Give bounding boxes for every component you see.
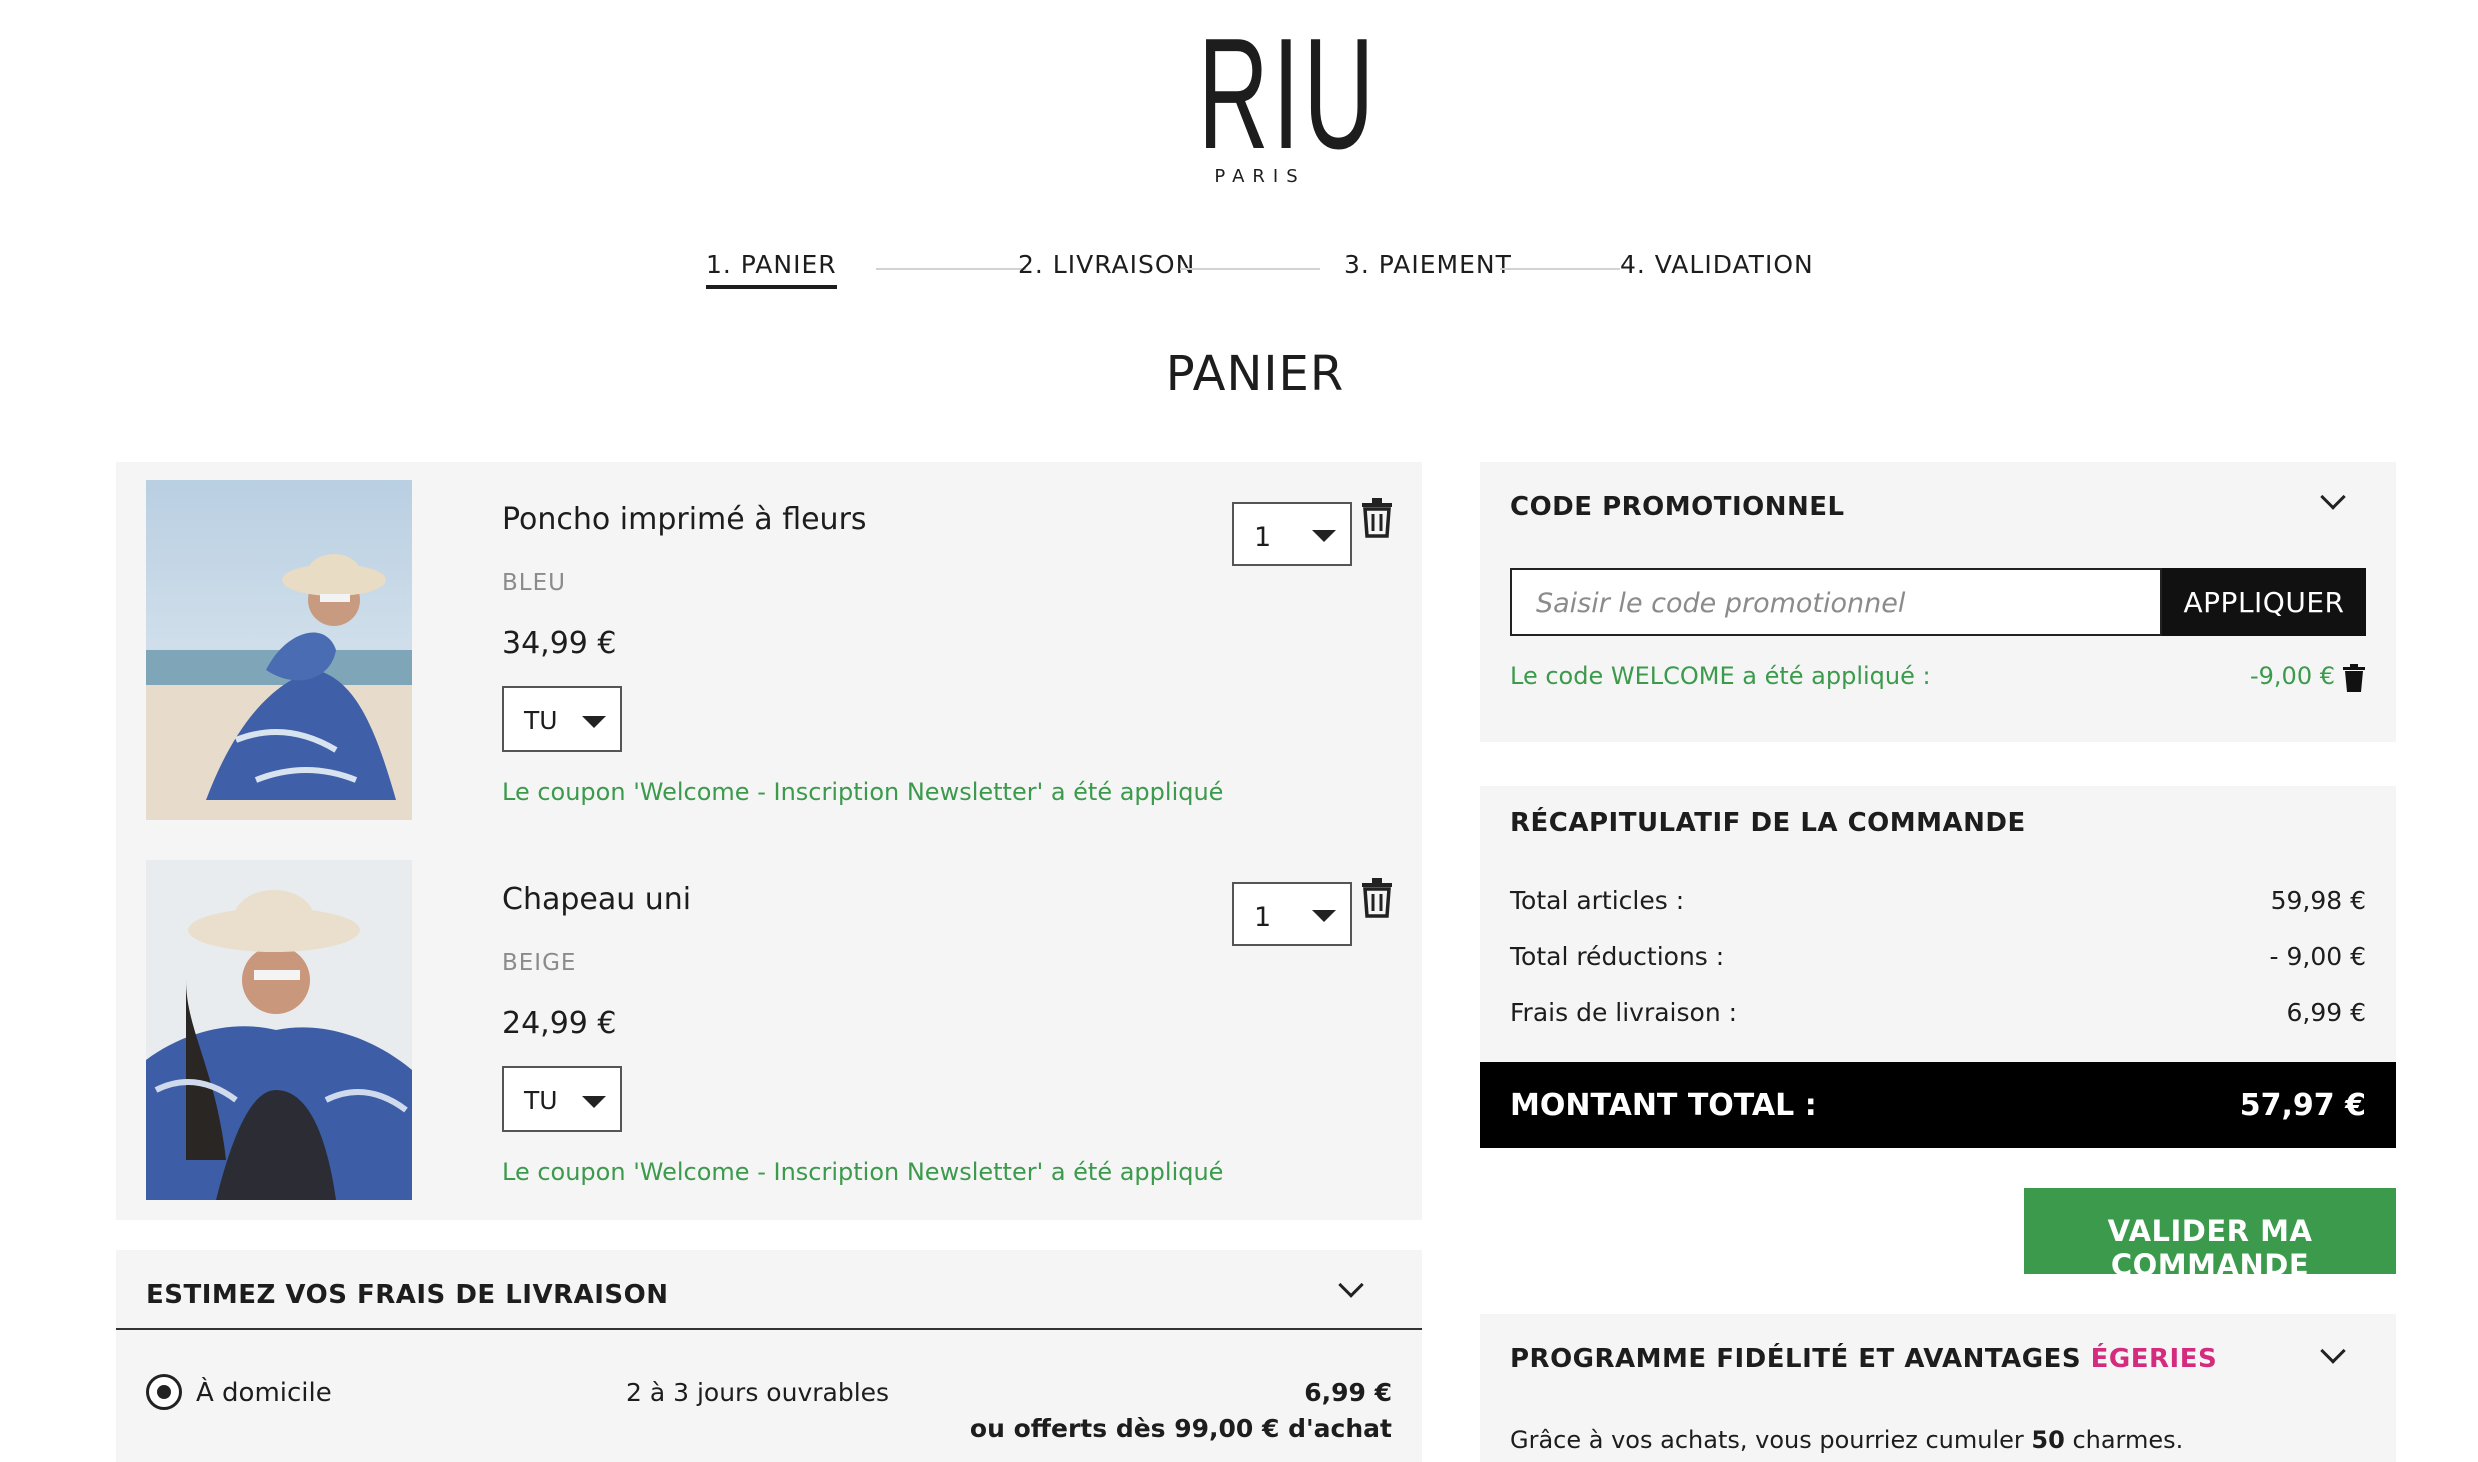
step-divider [876, 268, 1026, 270]
chevron-down-icon [1338, 1272, 1364, 1298]
summary-value: 59,98 € [2270, 886, 2366, 915]
step-paiement[interactable]: 3. PAIEMENT [1344, 250, 1512, 279]
cart-item: Chapeau uni BEIGE 24,99 € TU Le coupon '… [146, 860, 1416, 1200]
loyalty-title-text: PROGRAMME FIDÉLITÉ ET AVANTAGES [1510, 1344, 2082, 1374]
step-livraison[interactable]: 2. LIVRAISON [1018, 250, 1195, 279]
shipping-estimate-header[interactable]: ESTIMEZ VOS FRAIS DE LIVRAISON [116, 1250, 1422, 1330]
product-color: BEIGE [502, 950, 577, 976]
promo-discount-value: -9,00 € [2250, 662, 2335, 690]
page-title: PANIER [1165, 346, 1345, 402]
cart-item: Poncho imprimé à fleurs BLEU 34,99 € TU … [146, 480, 1416, 820]
quantity-value: 1 [1254, 902, 1272, 933]
size-select[interactable]: TU [502, 686, 622, 752]
loyalty-title-highlight: ÉGERIES [2090, 1344, 2218, 1374]
caret-down-icon [582, 716, 606, 728]
step-panier[interactable]: 1. PANIER [706, 250, 837, 289]
loyalty-description: Grâce à vos achats, vous pourriez cumule… [1510, 1426, 2183, 1454]
free-shipping-note: ou offerts dès 99,00 € d'achat [969, 1414, 1392, 1443]
brand-logo[interactable]: RIU PARIS [1160, 6, 1378, 187]
trash-icon[interactable] [1360, 498, 1394, 538]
trash-icon[interactable] [1360, 878, 1394, 918]
step-divider [1500, 268, 1620, 270]
apply-promo-button[interactable]: APPLIQUER [2162, 568, 2366, 636]
product-price: 34,99 € [502, 626, 617, 661]
promo-applied-message: Le code WELCOME a été appliqué : [1510, 662, 1931, 690]
caret-down-icon [582, 1096, 606, 1108]
step-divider [1180, 268, 1320, 270]
summary-label: Total articles : [1510, 886, 1685, 915]
product-image-chapeau[interactable] [146, 860, 412, 1200]
validate-order-button[interactable]: VALIDER MA COMMANDE [2024, 1188, 2396, 1282]
chevron-down-icon[interactable] [2320, 484, 2346, 510]
summary-value: - 9,00 € [2269, 942, 2366, 971]
step-validation[interactable]: 4. VALIDATION [1620, 250, 1814, 279]
product-price: 24,99 € [502, 1006, 617, 1041]
summary-row-reductions: Total réductions : - 9,00 € [1510, 942, 2366, 971]
order-total-value: 57,97 € [2239, 1088, 2366, 1123]
product-name[interactable]: Poncho imprimé à fleurs [502, 502, 867, 537]
brand-name: RIU [1198, 6, 1378, 182]
chevron-down-icon[interactable] [2320, 1338, 2346, 1364]
loyalty-title[interactable]: PROGRAMME FIDÉLITÉ ET AVANTAGES ÉGERIES [1510, 1344, 2217, 1374]
shipping-fee: 6,99 € [1304, 1378, 1392, 1407]
caret-down-icon [1312, 910, 1336, 922]
promo-code-title: CODE PROMOTIONNEL [1510, 492, 1845, 522]
promo-code-input[interactable]: Saisir le code promotionnel [1510, 568, 2162, 636]
shipping-delay: 2 à 3 jours ouvrables [626, 1378, 890, 1407]
shipping-option-label: À domicile [196, 1378, 332, 1408]
shipping-estimate-title: ESTIMEZ VOS FRAIS DE LIVRAISON [146, 1280, 669, 1310]
shipping-option-radio[interactable] [146, 1374, 182, 1410]
summary-row-articles: Total articles : 59,98 € [1510, 886, 2366, 915]
order-total-bar: MONTANT TOTAL : 57,97 € [1480, 1062, 2396, 1148]
loyalty-program-panel: PROGRAMME FIDÉLITÉ ET AVANTAGES ÉGERIES … [1480, 1314, 2396, 1462]
summary-row-shipping: Frais de livraison : 6,99 € [1510, 998, 2366, 1027]
summary-label: Frais de livraison : [1510, 998, 1738, 1027]
loyalty-desc-prefix: Grâce à vos achats, vous pourriez cumule… [1510, 1426, 2024, 1454]
quantity-value: 1 [1254, 522, 1272, 553]
caret-down-icon [1312, 530, 1336, 542]
loyalty-desc-suffix: charmes. [2072, 1426, 2184, 1454]
order-summary-title: RÉCAPITULATIF DE LA COMMANDE [1510, 808, 2026, 838]
order-summary-panel: RÉCAPITULATIF DE LA COMMANDE Total artic… [1480, 786, 2396, 1148]
order-total-label: MONTANT TOTAL : [1510, 1088, 1817, 1123]
coupon-applied-message: Le coupon 'Welcome - Inscription Newslet… [502, 778, 1224, 806]
summary-label: Total réductions : [1510, 942, 1725, 971]
cart-items-panel: Poncho imprimé à fleurs BLEU 34,99 € TU … [116, 462, 1422, 1220]
promo-code-panel: CODE PROMOTIONNEL Saisir le code promoti… [1480, 462, 2396, 742]
checkout-steps: 1. PANIER 2. LIVRAISON 3. PAIEMENT 4. VA… [700, 250, 1813, 300]
size-select[interactable]: TU [502, 1066, 622, 1132]
quantity-select[interactable]: 1 [1232, 882, 1352, 946]
loyalty-charm-count: 50 [2031, 1426, 2065, 1454]
product-color: BLEU [502, 570, 566, 596]
shipping-estimate-panel: ESTIMEZ VOS FRAIS DE LIVRAISON À domicil… [116, 1250, 1422, 1462]
product-image-poncho[interactable] [146, 480, 412, 820]
size-value: TU [524, 1086, 558, 1115]
coupon-applied-message: Le coupon 'Welcome - Inscription Newslet… [502, 1158, 1224, 1186]
quantity-select[interactable]: 1 [1232, 502, 1352, 566]
size-value: TU [524, 706, 558, 735]
product-name[interactable]: Chapeau uni [502, 882, 691, 917]
summary-value: 6,99 € [2286, 998, 2366, 1027]
remove-promo-trash-icon[interactable] [2342, 664, 2366, 692]
